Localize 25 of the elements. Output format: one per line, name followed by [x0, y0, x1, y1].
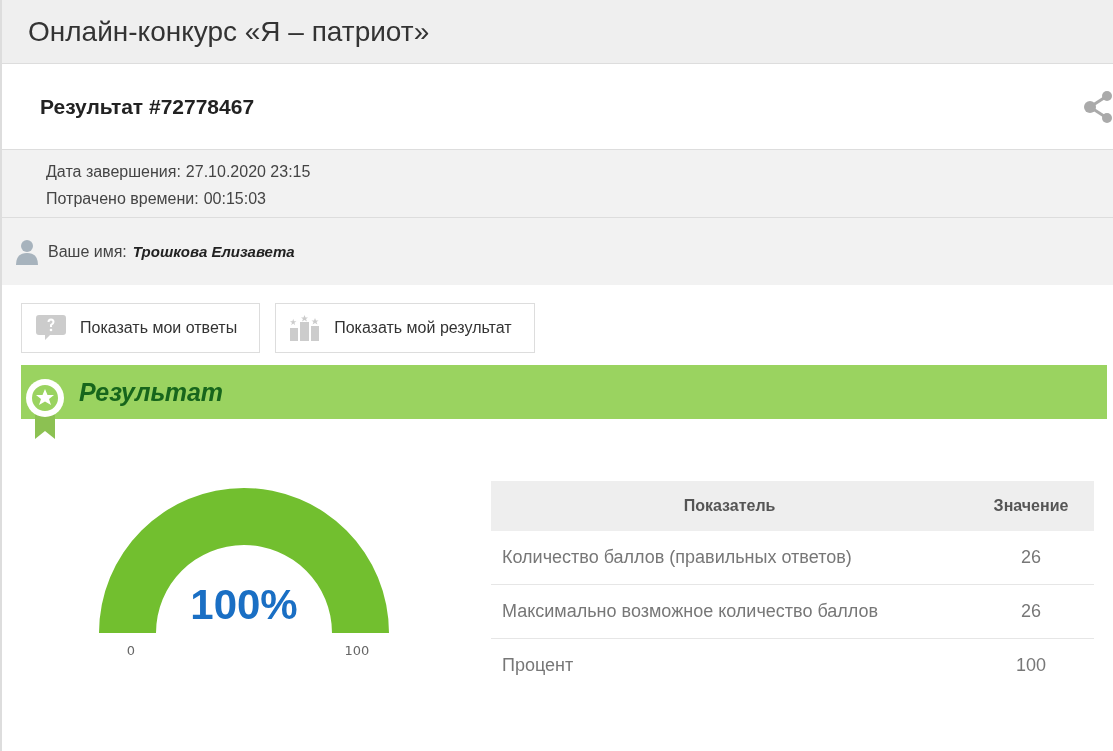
gauge-max-label: 100 [344, 643, 370, 658]
result-title: Результат #72778467 [40, 94, 255, 119]
column-header: Значение [968, 481, 1094, 531]
info-value: 27.10.2020 23:15 [185, 162, 311, 182]
show-result-button[interactable]: Показать мой результат [275, 303, 535, 353]
column-header: Показатель [491, 481, 968, 531]
table-cell: Процент [491, 638, 968, 692]
user-name: Трошкова Елизавета [132, 243, 295, 260]
name-label: Ваше имя: [48, 242, 127, 261]
page-title: Онлайн-конкурс «Я – патриот» [28, 15, 430, 48]
info-label: Дата завершения: [46, 162, 181, 182]
table-cell: Максимально возможное количество баллов [491, 584, 968, 639]
show-answers-button[interactable]: Показать мои ответы [21, 303, 261, 353]
table-cell: 100 [968, 638, 1094, 692]
user-icon [16, 238, 38, 265]
podium-icon [290, 315, 321, 341]
info-label: Потрачено времени: [46, 189, 199, 209]
table-cell: 26 [968, 584, 1094, 639]
table-cell: Количество баллов (правильных ответов) [491, 531, 968, 585]
table-cell: 26 [968, 531, 1094, 585]
info-value: 00:15:03 [203, 189, 266, 209]
gauge-min-label: 0 [126, 643, 136, 658]
share-icon[interactable] [1083, 89, 1113, 124]
gauge-reading: 100% [190, 581, 298, 628]
question-bubble-icon [36, 315, 66, 341]
